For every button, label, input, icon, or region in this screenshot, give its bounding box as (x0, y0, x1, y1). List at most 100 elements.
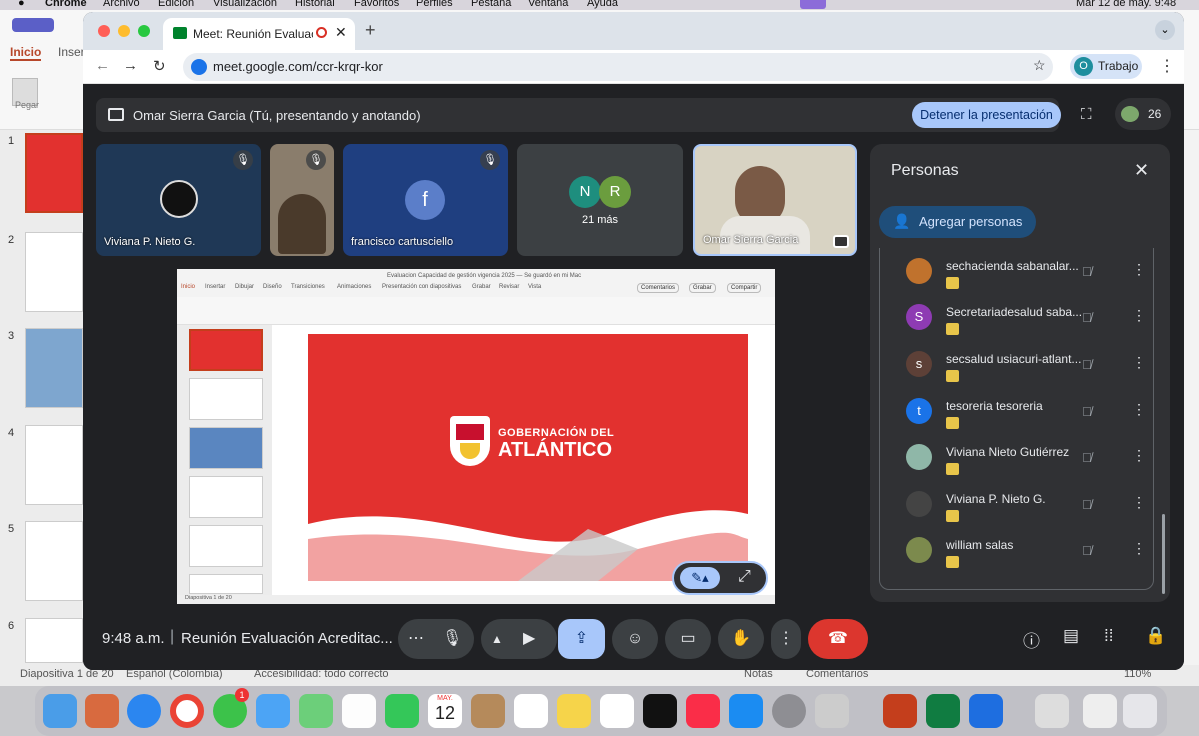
tab-meet[interactable]: Meet: Reunión Evaluación ✕ (163, 18, 355, 50)
freeform-icon[interactable] (600, 694, 634, 728)
iphone-mirroring-icon[interactable] (815, 694, 849, 728)
slide-thumb-6[interactable] (25, 618, 83, 663)
close-panel-icon[interactable]: ✕ (1134, 160, 1149, 181)
menu-historial[interactable]: Historial (295, 0, 335, 9)
mic-off-icon[interactable]: 🎙̸ (1082, 497, 1092, 512)
mic-options-icon[interactable]: ⋯ (408, 619, 424, 659)
person-row[interactable]: sechacienda sabanalar... 🎙̸ ⋮ (906, 258, 1146, 298)
mic-off-icon[interactable]: 🎙̸ (1082, 450, 1092, 465)
powerpoint-icon[interactable] (883, 694, 917, 728)
person-row[interactable]: s secsalud usiacuri-atlant... 🎙̸ ⋮ (906, 351, 1146, 391)
fullscreen-icon[interactable]: ⤢ (738, 568, 751, 586)
activities-icon[interactable]: ⁞⁞ (1104, 626, 1113, 646)
people-scrollbar[interactable] (1162, 514, 1165, 594)
close-window-button[interactable] (98, 25, 110, 37)
more-options-icon[interactable]: ⋮ (1132, 540, 1146, 557)
facetime-icon[interactable] (385, 694, 419, 728)
person-row[interactable]: t tesoreria tesoreria 🎙̸ ⋮ (906, 398, 1146, 438)
meeting-title[interactable]: Reunión Evaluación Acreditac... (181, 630, 393, 647)
ppt-tab-insertar[interactable]: Inser (58, 45, 85, 59)
messages-icon[interactable]: 1 (213, 688, 249, 728)
zoom-window-button[interactable] (138, 25, 150, 37)
downloads-stack-icon[interactable] (1035, 694, 1069, 728)
present-screen-button[interactable]: ⇪ (558, 619, 605, 659)
address-bar[interactable]: meet.google.com/ccr-krqr-kor ☆ (183, 53, 1053, 81)
person-row[interactable]: Viviana P. Nieto G. 🎙̸ ⋮ (906, 491, 1146, 531)
raise-hand-button[interactable]: ✋ (718, 619, 764, 659)
slide-thumb-3[interactable] (25, 328, 83, 408)
host-controls-icon[interactable]: 🔒 (1145, 626, 1166, 646)
slide-thumb-5[interactable] (25, 521, 83, 601)
launchpad-icon[interactable] (85, 694, 119, 728)
tab-search-icon[interactable]: ⌄ (1155, 20, 1175, 40)
camera-icon[interactable]: ▶ (523, 619, 535, 659)
menu-favoritos[interactable]: Favoritos (354, 0, 399, 9)
notes-icon[interactable] (557, 694, 591, 728)
more-options-button[interactable]: ⋮ (771, 619, 801, 659)
mic-off-icon[interactable]: 🎙̸ (1082, 310, 1092, 325)
participants-indicator[interactable]: 26 (1115, 98, 1171, 130)
new-tab-button[interactable]: + (365, 20, 376, 41)
reload-icon[interactable]: ↻ (153, 57, 166, 75)
captions-button[interactable]: ▭ (665, 619, 711, 659)
hide-tiles-icon[interactable]: ⛶ (1081, 106, 1092, 123)
leave-call-button[interactable]: ☎ (808, 619, 868, 659)
person-row[interactable]: Viviana Nieto Gutiérrez 🎙̸ ⋮ (906, 444, 1146, 484)
contacts-icon[interactable] (471, 694, 505, 728)
apple-tv-icon[interactable] (643, 694, 677, 728)
bookmark-star-icon[interactable]: ☆ (1033, 57, 1046, 74)
more-options-icon[interactable]: ⋮ (1132, 401, 1146, 418)
reminders-icon[interactable] (514, 694, 548, 728)
menu-edicion[interactable]: Edición (158, 0, 194, 9)
menu-pestana[interactable]: Pestaña (471, 0, 511, 9)
menubar-clock[interactable]: Mar 12 de may. 9:48 (1076, 0, 1176, 9)
menu-ayuda[interactable]: Ayuda (587, 0, 618, 9)
calendar-icon[interactable]: MAY. 12 (428, 694, 462, 728)
close-tab-icon[interactable]: ✕ (335, 24, 347, 41)
mic-off-icon[interactable]: 🎙̸ (1082, 543, 1092, 558)
pip-icon[interactable] (833, 235, 849, 248)
participant-tile[interactable]: f 🎙 francisco cartusciello (343, 144, 508, 256)
mic-off-icon[interactable]: 🎙̸ (1082, 404, 1092, 419)
menubar-app-name[interactable]: Chrome (45, 0, 87, 9)
camera-options-icon[interactable]: ▲ (491, 619, 503, 659)
recent-file-icon[interactable] (1083, 694, 1117, 728)
system-settings-icon[interactable] (772, 694, 806, 728)
screen-share-status-icon[interactable] (800, 0, 826, 9)
slide-thumb-4[interactable] (25, 425, 83, 505)
chrome-icon[interactable] (170, 694, 204, 728)
apple-icon[interactable]: ● (18, 0, 25, 9)
more-options-icon[interactable]: ⋮ (1132, 494, 1146, 511)
menu-visualizacion[interactable]: Visualización (213, 0, 277, 9)
menu-archivo[interactable]: Archivo (103, 0, 140, 9)
minimize-window-button[interactable] (118, 25, 130, 37)
mic-off-icon[interactable]: 🎙̸ (1082, 357, 1092, 372)
safari-icon[interactable] (127, 694, 161, 728)
stop-presenting-button[interactable]: Detener la presentación (912, 102, 1061, 128)
url-text[interactable]: meet.google.com/ccr-krqr-kor (213, 59, 383, 74)
profile-button[interactable]: O Trabajo (1070, 54, 1142, 79)
annotation-toolbar[interactable]: ✎▴ ⤢ (672, 561, 768, 595)
music-icon[interactable] (686, 694, 720, 728)
finder-icon[interactable] (43, 694, 77, 728)
slide-thumb-2[interactable] (25, 232, 83, 312)
participant-tile[interactable]: 🎙 Viviana P. Nieto G. (96, 144, 261, 256)
reactions-button[interactable]: ☺ (612, 619, 658, 659)
photos-icon[interactable] (342, 694, 376, 728)
site-info-icon[interactable] (191, 59, 207, 75)
app-store-icon[interactable] (729, 694, 763, 728)
annotate-pen-icon[interactable]: ✎▴ (680, 567, 720, 589)
slide-thumb-1[interactable] (25, 133, 83, 213)
menu-perfiles[interactable]: Perfiles (416, 0, 453, 9)
person-row[interactable]: william salas 🎙̸ ⋮ (906, 537, 1146, 577)
excel-icon[interactable] (926, 694, 960, 728)
more-options-icon[interactable]: ⋮ (1132, 307, 1146, 324)
microphone-icon[interactable]: 🎙 (442, 619, 462, 659)
back-icon[interactable]: ← (95, 57, 110, 74)
maps-icon[interactable] (299, 694, 333, 728)
more-options-icon[interactable]: ⋮ (1132, 261, 1146, 278)
forward-icon[interactable]: → (123, 57, 138, 74)
sidebar-toggle-icon[interactable] (12, 18, 54, 32)
person-row[interactable]: S Secretariadesalud saba... 🎙̸ ⋮ (906, 304, 1146, 344)
ppt-tab-inicio[interactable]: Inicio (10, 45, 42, 61)
